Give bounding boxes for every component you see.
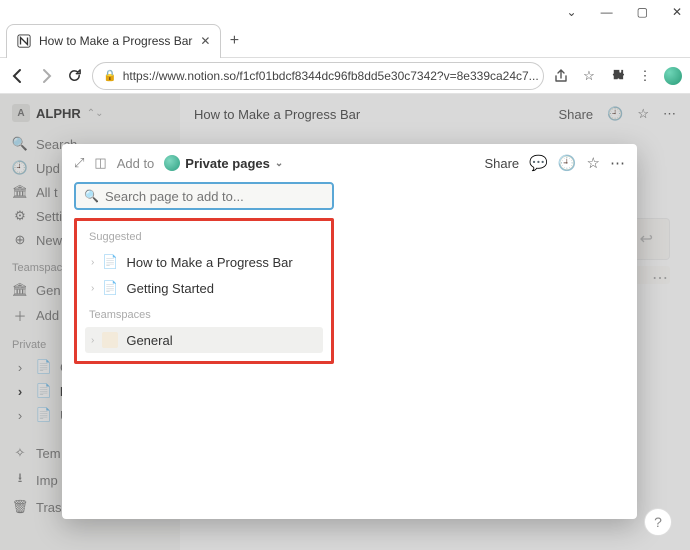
suggested-item-label: How to Make a Progress Bar xyxy=(127,255,293,270)
suggested-item[interactable]: › 📄 Getting Started xyxy=(85,275,323,301)
browser-tabs: How to Make a Progress Bar ✕ + xyxy=(0,24,690,58)
add-to-label: Add to xyxy=(117,156,155,171)
add-to-modal: ⤢ ◫ Add to Private pages ⌄ Share 💬 🕘 ☆ ⋯… xyxy=(62,144,637,519)
suggested-label: Suggested xyxy=(85,229,323,249)
peek-icon[interactable]: ◫ xyxy=(94,155,106,171)
close-window-icon[interactable]: ✕ xyxy=(672,5,682,19)
search-page-input[interactable] xyxy=(105,189,324,204)
search-icon: 🔍 xyxy=(84,189,99,203)
tab-title: How to Make a Progress Bar xyxy=(39,34,192,48)
back-button[interactable] xyxy=(8,66,28,86)
favorite-star-icon[interactable]: ☆ xyxy=(587,154,600,172)
teamspaces-label: Teamspaces xyxy=(85,301,323,327)
globe-icon xyxy=(164,155,180,171)
profile-avatar[interactable] xyxy=(664,67,682,85)
new-tab-button[interactable]: + xyxy=(221,32,247,50)
suggested-item-label: Getting Started xyxy=(127,281,214,296)
chevron-right-icon: › xyxy=(91,257,94,268)
address-bar[interactable]: 🔒 https://www.notion.so/f1cf01bdcf8344dc… xyxy=(92,62,544,90)
target-label: Private pages xyxy=(185,156,270,171)
suggestions-panel: Suggested › 📄 How to Make a Progress Bar… xyxy=(74,218,334,364)
teamspace-item[interactable]: › General xyxy=(85,327,323,353)
notion-favicon xyxy=(17,34,31,48)
more-menu-icon[interactable]: ⋮ xyxy=(636,67,654,85)
browser-toolbar: 🔒 https://www.notion.so/f1cf01bdcf8344dc… xyxy=(0,58,690,94)
teamspace-item-label: General xyxy=(126,333,172,348)
forward-button[interactable] xyxy=(36,66,56,86)
share-url-icon[interactable] xyxy=(552,67,570,85)
extensions-puzzle-icon[interactable] xyxy=(608,67,626,85)
search-page-input-wrap[interactable]: 🔍 xyxy=(74,182,334,210)
updates-clock-icon[interactable]: 🕘 xyxy=(558,154,577,172)
chevron-down-icon: ⌄ xyxy=(275,158,283,169)
chevron-right-icon: › xyxy=(91,335,94,346)
help-button[interactable]: ? xyxy=(644,508,672,536)
comments-icon[interactable]: 💬 xyxy=(529,154,548,172)
tab-close-icon[interactable]: ✕ xyxy=(200,34,210,48)
minimize-icon[interactable]: — xyxy=(601,5,613,19)
chevron-right-icon: › xyxy=(91,283,94,294)
page-icon: 📄 xyxy=(102,254,118,270)
browser-tab[interactable]: How to Make a Progress Bar ✕ xyxy=(6,24,221,58)
suggested-item[interactable]: › 📄 How to Make a Progress Bar xyxy=(85,249,323,275)
more-menu-icon[interactable]: ⋯ xyxy=(610,154,625,172)
maximize-icon[interactable]: ▢ xyxy=(637,5,648,19)
bookmark-star-icon[interactable]: ☆ xyxy=(580,67,598,85)
expand-arrows-icon[interactable]: ⤢ xyxy=(74,155,84,171)
reload-button[interactable] xyxy=(64,66,84,86)
teamspace-icon xyxy=(102,332,118,348)
url-text: https://www.notion.so/f1cf01bdcf8344dc96… xyxy=(123,69,539,83)
lock-icon: 🔒 xyxy=(103,69,117,82)
page-icon: 📄 xyxy=(102,280,118,296)
add-to-target[interactable]: Private pages ⌄ xyxy=(164,155,283,171)
chevron-down-icon[interactable]: ⌄ xyxy=(567,5,577,19)
modal-share-button[interactable]: Share xyxy=(484,156,519,171)
